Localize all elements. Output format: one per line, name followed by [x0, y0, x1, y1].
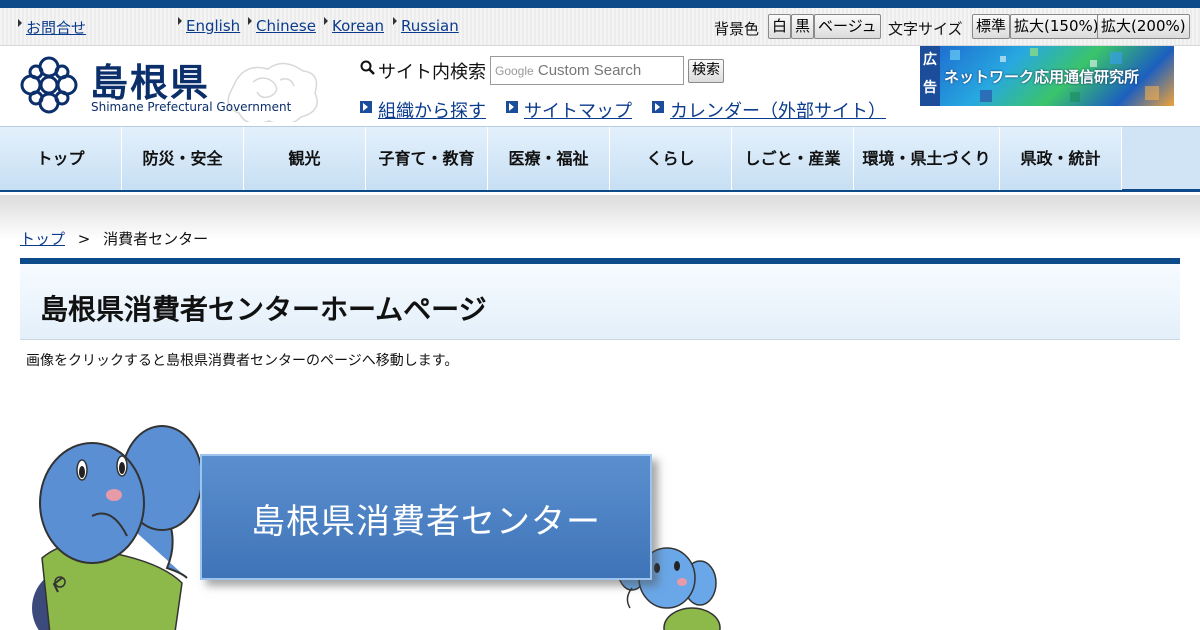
breadcrumb-separator: >: [77, 230, 91, 248]
utility-bar: お問合せ English Chinese Korean Russian 背景色 …: [0, 8, 1200, 46]
bg-color-label: 背景色: [714, 20, 760, 38]
org-search-label: 組織から探す: [378, 101, 486, 122]
search-icon: [360, 60, 375, 75]
nav-item-medical-welfare[interactable]: 医療・福祉: [488, 127, 610, 190]
ad-tag: 広告: [920, 46, 940, 106]
link-arrow-icon: [506, 101, 518, 113]
ad-area: 広告 ネットワーク応用通信研究所: [920, 46, 1174, 106]
nav-item-government-statistics[interactable]: 県政・統計: [1000, 127, 1122, 190]
link-arrow-icon: [360, 101, 372, 113]
global-nav: トップ 防災・安全 観光 子育て・教育 医療・福祉 くらし しごと・産業 環境・…: [0, 126, 1200, 192]
lang-chinese-label: Chinese: [256, 17, 316, 35]
lang-korean-label: Korean: [332, 17, 385, 35]
font-200-button[interactable]: 拡大(200%): [1097, 14, 1190, 39]
font-normal-button[interactable]: 標準: [972, 14, 1011, 39]
bg-white-button[interactable]: 白: [768, 14, 792, 39]
site-search-label: サイト内検索: [360, 58, 486, 84]
lang-russian-link[interactable]: Russian: [393, 17, 459, 35]
arrow-icon: [248, 17, 252, 25]
contact-link[interactable]: お問合せ: [18, 17, 86, 38]
lang-korean-link[interactable]: Korean: [324, 17, 384, 35]
page-title-box: 島根県消費者センターホームページ: [20, 258, 1180, 340]
breadcrumb: トップ > 消費者センター: [20, 228, 208, 249]
search-button[interactable]: 検索: [688, 59, 724, 83]
consumer-center-banner-link[interactable]: 島根県消費者センター: [32, 418, 722, 630]
bg-beige-button[interactable]: ベージュ: [814, 14, 881, 39]
font-150-button[interactable]: 拡大(150%): [1010, 14, 1103, 39]
bg-black-button[interactable]: 黒: [791, 14, 815, 39]
nav-item-living[interactable]: くらし: [610, 127, 732, 190]
arrow-icon: [18, 19, 22, 27]
ad-banner[interactable]: ネットワーク応用通信研究所: [940, 46, 1174, 106]
search-placeholder: Custom Search: [537, 62, 642, 79]
search-input[interactable]: Google Custom Search: [490, 56, 684, 85]
page-description: 画像をクリックすると島根県消費者センターのページへ移動します。: [26, 353, 459, 369]
logo-title: 島根県: [90, 60, 211, 105]
nav-item-tourism[interactable]: 観光: [244, 127, 366, 190]
calendar-label: カレンダー（外部サイト）: [670, 101, 886, 122]
lang-russian-label: Russian: [401, 17, 459, 35]
page-title: 島根県消費者センターホームページ: [40, 293, 487, 326]
contact-link-label: お問合せ: [26, 19, 87, 37]
org-search-link[interactable]: 組織から探す: [360, 97, 486, 123]
sitemap-label: サイトマップ: [524, 101, 632, 122]
banner-text: 島根県消費者センター: [251, 502, 601, 542]
link-arrow-icon: [652, 101, 664, 113]
lang-english-link[interactable]: English: [178, 17, 240, 35]
consumer-center-banner: 島根県消費者センター: [200, 454, 652, 580]
google-brand: Google: [495, 64, 534, 78]
nav-item-childcare-education[interactable]: 子育て・教育: [366, 127, 488, 190]
nav-item-environment[interactable]: 環境・県土づくり: [854, 127, 1000, 190]
lang-chinese-link[interactable]: Chinese: [248, 17, 316, 35]
lang-english-label: English: [186, 17, 241, 35]
arrow-icon: [393, 17, 397, 25]
nav-item-top[interactable]: トップ: [0, 127, 122, 190]
arrow-icon: [324, 17, 328, 25]
font-size-label: 文字サイズ: [888, 20, 963, 38]
site-logo[interactable]: 島根県 Shimane Prefectural Government: [18, 52, 318, 122]
site-search-label-text: サイト内検索: [378, 62, 486, 83]
arrow-icon: [178, 17, 182, 25]
calendar-link[interactable]: カレンダー（外部サイト）: [652, 97, 886, 123]
nav-item-disaster-safety[interactable]: 防災・安全: [122, 127, 244, 190]
sitemap-link[interactable]: サイトマップ: [506, 97, 632, 123]
logo-subtitle: Shimane Prefectural Government: [91, 100, 292, 114]
nav-item-work-industry[interactable]: しごと・産業: [732, 127, 854, 190]
breadcrumb-current: 消費者センター: [103, 230, 209, 248]
ad-text: ネットワーク応用通信研究所: [944, 68, 1140, 86]
breadcrumb-home-link[interactable]: トップ: [20, 230, 65, 248]
top-border: [0, 0, 1200, 8]
